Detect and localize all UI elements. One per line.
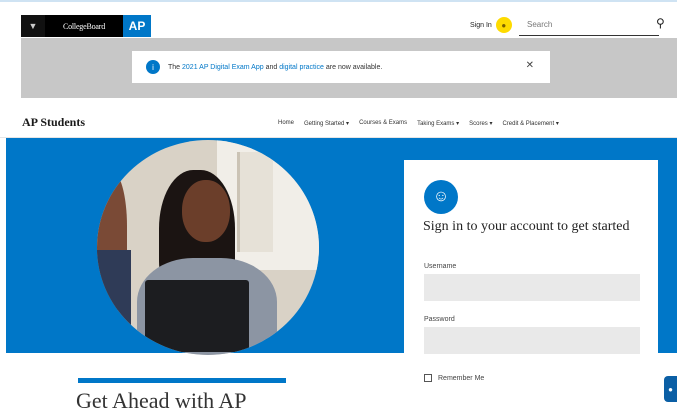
username-label: Username [424, 263, 457, 270]
menu-item-credit-placement[interactable]: Credit & Placement ▾ [502, 120, 558, 127]
page-title[interactable]: AP Students [22, 115, 85, 130]
notice-banner: i The 2021 AP Digital Exam App and digit… [132, 51, 550, 83]
chevron-down-icon[interactable]: ▼ [21, 15, 45, 37]
feedback-tab[interactable]: ● [664, 376, 677, 402]
notice-suffix: are now available. [325, 63, 383, 71]
search-icon[interactable]: ⚲ [656, 16, 665, 30]
photo-laptop [145, 280, 249, 352]
menu-item-taking-exams[interactable]: Taking Exams ▾ [417, 120, 459, 127]
sign-in-link[interactable]: Sign In ● [470, 17, 512, 33]
collegeboard-logo[interactable]: CollegeBoard [45, 15, 123, 37]
user-icon[interactable]: ● [495, 17, 512, 33]
hero-photo [97, 140, 319, 355]
menu-item-scores[interactable]: Scores ▾ [469, 120, 492, 127]
info-icon: i [146, 60, 160, 74]
sign-in-heading: Sign in to your account to get started [423, 219, 630, 234]
remember-me[interactable]: Remember Me [424, 374, 484, 382]
remember-me-checkbox[interactable] [424, 374, 432, 382]
photo-student-face [182, 180, 230, 242]
close-icon[interactable]: ✕ [526, 60, 534, 71]
password-field[interactable] [424, 327, 640, 354]
headline-accent-bar [78, 378, 286, 383]
ap-logo[interactable]: AP [123, 15, 151, 37]
section-headline: Get Ahead with AP [76, 388, 247, 413]
brand-logo[interactable]: ▼ CollegeBoard AP [21, 15, 151, 37]
main-menu: Home Getting Started ▾ Courses & Exams T… [278, 120, 569, 127]
password-label: Password [424, 316, 455, 323]
notice-prefix: The [168, 63, 181, 71]
menu-item-getting-started[interactable]: Getting Started ▾ [304, 120, 349, 127]
remember-me-label[interactable]: Remember Me [438, 375, 484, 382]
sign-in-label[interactable]: Sign In [470, 22, 492, 29]
photo-window-frame [237, 152, 273, 252]
top-bar: ▼ CollegeBoard AP Sign In ● Search ⚲ [0, 0, 677, 38]
notice-link-app[interactable]: 2021 AP Digital Exam App [182, 64, 264, 71]
menu-item-courses-exams[interactable]: Courses & Exams [359, 120, 407, 127]
sign-in-card: ☺ Sign in to your account to get started… [404, 160, 658, 402]
notice-middle: and [265, 63, 278, 71]
search-input[interactable]: Search [519, 16, 659, 36]
menu-item-home[interactable]: Home [278, 120, 294, 127]
notice-link-practice[interactable]: digital practice [279, 64, 324, 71]
username-field[interactable] [424, 274, 640, 301]
photo-student-left-shirt [97, 250, 131, 355]
account-icon: ☺ [424, 180, 458, 214]
sub-navigation: AP Students Home Getting Started ▾ Cours… [0, 98, 677, 138]
